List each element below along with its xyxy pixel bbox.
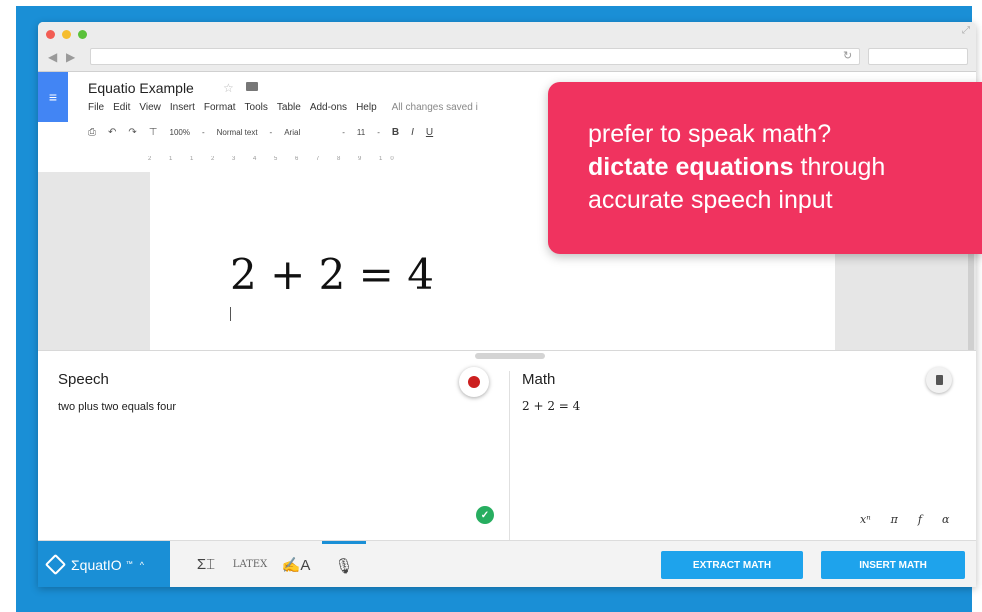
- bold-button[interactable]: B: [392, 127, 399, 138]
- equatio-brand: ƩquatIO: [71, 556, 122, 573]
- save-status: All changes saved i: [391, 102, 478, 113]
- font-select[interactable]: Arial: [284, 128, 300, 137]
- banner-line-2: dictate equations through: [588, 151, 982, 184]
- underline-button[interactable]: U: [426, 127, 433, 138]
- undo-icon[interactable]: ↶: [108, 127, 116, 138]
- minimize-window-button[interactable]: [62, 30, 71, 39]
- equatio-toolbar: ƩquatIO ™ ^ Σ⌶ LATEX ✍A 🎙 EXTRACT MATH IN…: [38, 540, 976, 587]
- equatio-logo-icon: [44, 553, 67, 576]
- font-dropdown-icon[interactable]: -: [342, 128, 345, 137]
- doc-title[interactable]: Equatio Example: [88, 80, 194, 96]
- back-arrow-icon[interactable]: ◀: [48, 50, 57, 64]
- math-editor-button[interactable]: Σ⌶: [188, 541, 224, 587]
- menu-edit[interactable]: Edit: [113, 102, 130, 113]
- insert-math-button[interactable]: INSERT MATH: [821, 551, 965, 579]
- speech-label: Speech: [58, 371, 109, 388]
- equatio-menu-button[interactable]: ƩquatIO ™ ^: [38, 541, 170, 587]
- function-symbol-button[interactable]: f: [918, 513, 922, 526]
- trash-icon: [935, 375, 943, 385]
- reload-icon[interactable]: ↻: [843, 49, 852, 62]
- panel-divider: [509, 371, 510, 541]
- alpha-symbol-button[interactable]: α: [942, 513, 949, 526]
- search-bar[interactable]: [868, 48, 968, 65]
- menu-tools[interactable]: Tools: [245, 102, 268, 113]
- speech-check-icon: ✓: [476, 506, 494, 524]
- menu-insert[interactable]: Insert: [170, 102, 195, 113]
- forward-arrow-icon[interactable]: ▶: [66, 50, 75, 64]
- math-label: Math: [522, 371, 556, 388]
- promo-banner: prefer to speak math? dictate equations …: [548, 82, 982, 254]
- maximize-window-button[interactable]: [78, 30, 87, 39]
- zoom-select[interactable]: 100%: [170, 128, 190, 137]
- menu-view[interactable]: View: [139, 102, 161, 113]
- record-dot-icon: [468, 376, 480, 388]
- math-preview[interactable]: 2 + 2 = 4: [522, 399, 580, 413]
- fullscreen-icon[interactable]: ⤢: [962, 25, 970, 36]
- latex-editor-button[interactable]: LATEX: [232, 541, 268, 587]
- close-window-button[interactable]: [46, 30, 55, 39]
- banner-highlight: dictate equations: [588, 153, 794, 181]
- caret-up-icon: ^: [139, 559, 144, 570]
- banner-line-2-rest: through: [793, 153, 886, 181]
- paint-format-icon[interactable]: ⊤: [149, 127, 158, 138]
- menu-file[interactable]: File: [88, 102, 104, 113]
- symbol-bar: xⁿ π f α: [860, 513, 949, 526]
- panel-drag-handle[interactable]: [475, 353, 545, 359]
- docs-logo-icon[interactable]: ≡: [38, 72, 68, 122]
- docs-menubar: File Edit View Insert Format Tools Table…: [88, 102, 478, 113]
- print-icon[interactable]: ⎙: [88, 127, 96, 138]
- style-select[interactable]: Normal text: [217, 128, 258, 137]
- size-select[interactable]: 11: [357, 128, 365, 137]
- size-dropdown-icon[interactable]: -: [377, 128, 380, 137]
- italic-button[interactable]: I: [411, 127, 414, 138]
- menu-addons[interactable]: Add-ons: [310, 102, 347, 113]
- star-icon[interactable]: ☆: [223, 81, 234, 95]
- exponent-symbol-button[interactable]: xⁿ: [860, 513, 871, 526]
- docs-toolbar: ⎙ ↶ ↷ ⊤ 100% - Normal text - Arial - 11 …: [88, 127, 433, 138]
- trademark: ™: [125, 561, 133, 568]
- speech-transcript[interactable]: two plus two equals four: [58, 401, 176, 413]
- extract-math-button[interactable]: EXTRACT MATH: [661, 551, 803, 579]
- menu-help[interactable]: Help: [356, 102, 377, 113]
- address-bar[interactable]: [90, 48, 860, 65]
- document-equation[interactable]: 2 + 2 = 4: [230, 250, 434, 299]
- menu-table[interactable]: Table: [277, 102, 301, 113]
- banner-line-3: accurate speech input: [588, 186, 833, 214]
- menu-format[interactable]: Format: [204, 102, 236, 113]
- zoom-dropdown-icon[interactable]: -: [202, 128, 205, 137]
- banner-line-1: prefer to speak math?: [588, 120, 832, 148]
- browser-titlebar: ◀ ▶ ↻ ⤢: [38, 22, 976, 72]
- handwriting-button[interactable]: ✍A: [278, 541, 314, 587]
- folder-icon[interactable]: [246, 82, 258, 91]
- style-dropdown-icon[interactable]: -: [270, 128, 273, 137]
- redo-icon[interactable]: ↷: [128, 127, 136, 138]
- equatio-panel: Speech two plus two equals four ✓ Math 2…: [38, 350, 976, 541]
- pi-symbol-button[interactable]: π: [891, 513, 898, 526]
- speech-input-button[interactable]: 🎙: [322, 541, 366, 587]
- trash-button[interactable]: [926, 367, 952, 393]
- text-cursor: [230, 307, 231, 321]
- record-button[interactable]: [459, 367, 489, 397]
